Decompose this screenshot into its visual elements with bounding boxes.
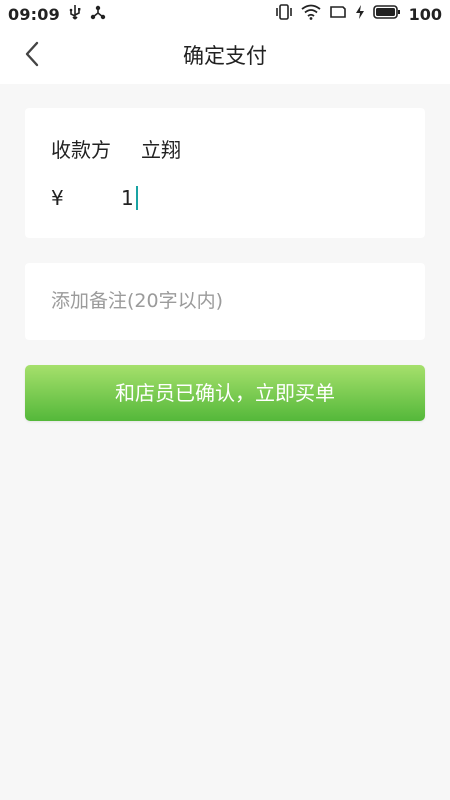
- screen-rotate-icon: [329, 4, 347, 24]
- currency-symbol: ¥: [51, 186, 64, 210]
- share-network-icon: [90, 4, 106, 24]
- payment-card: 收款方 立翔 ¥ 1: [25, 108, 425, 238]
- status-time: 09:09: [8, 4, 60, 24]
- note-card: 添加备注(20字以内): [25, 263, 425, 340]
- confirm-pay-button[interactable]: 和店员已确认，立即买单: [25, 365, 425, 421]
- status-bar: 09:09 100: [0, 0, 450, 28]
- charging-icon: [355, 4, 365, 24]
- payee-name: 立翔: [141, 138, 181, 162]
- payee-label: 收款方: [51, 138, 111, 162]
- battery-level: 100: [408, 4, 442, 24]
- battery-icon: [372, 4, 401, 24]
- amount-input[interactable]: 1: [121, 186, 138, 210]
- usb-icon: [68, 4, 82, 24]
- wifi-icon: [301, 4, 321, 24]
- amount-value: 1: [121, 186, 134, 210]
- nav-bar: 确定支付: [0, 28, 450, 84]
- vibrate-icon: [275, 4, 293, 24]
- note-input[interactable]: 添加备注(20字以内): [51, 263, 223, 340]
- text-caret: [135, 186, 138, 210]
- status-right-group: 100: [275, 4, 442, 24]
- page-title: 确定支付: [183, 44, 267, 68]
- payee-row: 收款方 立翔: [51, 134, 181, 163]
- status-left-group: 09:09: [8, 4, 106, 24]
